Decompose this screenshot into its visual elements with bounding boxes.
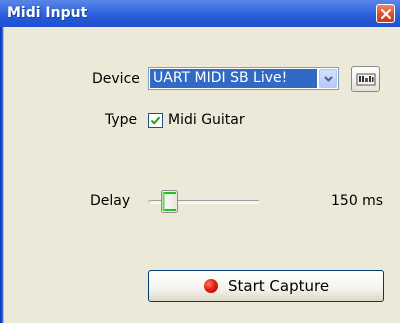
- delay-slider-thumb[interactable]: [161, 190, 178, 213]
- record-icon: [204, 279, 218, 293]
- window-left-border: [0, 27, 4, 323]
- delay-value: 150 ms: [331, 193, 384, 209]
- type-label: Type: [105, 112, 138, 128]
- midi-settings-icon: [356, 73, 376, 86]
- midi-input-window: Midi Input Device UART MIDI SB Live! Typ…: [0, 0, 400, 323]
- device-select[interactable]: UART MIDI SB Live!: [148, 67, 339, 90]
- device-dropdown-button[interactable]: [319, 69, 337, 88]
- close-button[interactable]: [376, 4, 395, 23]
- start-capture-label: Start Capture: [228, 277, 330, 295]
- midi-guitar-label[interactable]: Midi Guitar: [168, 112, 245, 128]
- device-select-value: UART MIDI SB Live!: [150, 69, 317, 88]
- start-capture-button[interactable]: Start Capture: [148, 270, 384, 302]
- title-bar[interactable]: Midi Input: [0, 0, 400, 27]
- delay-label: Delay: [90, 193, 131, 209]
- device-label: Device: [92, 71, 140, 87]
- window-title: Midi Input: [7, 5, 88, 21]
- device-settings-button[interactable]: [351, 66, 380, 92]
- chevron-down-icon: [324, 76, 333, 82]
- close-icon: [381, 9, 391, 19]
- checkmark-icon: [150, 116, 161, 125]
- midi-guitar-checkbox[interactable]: [148, 113, 163, 128]
